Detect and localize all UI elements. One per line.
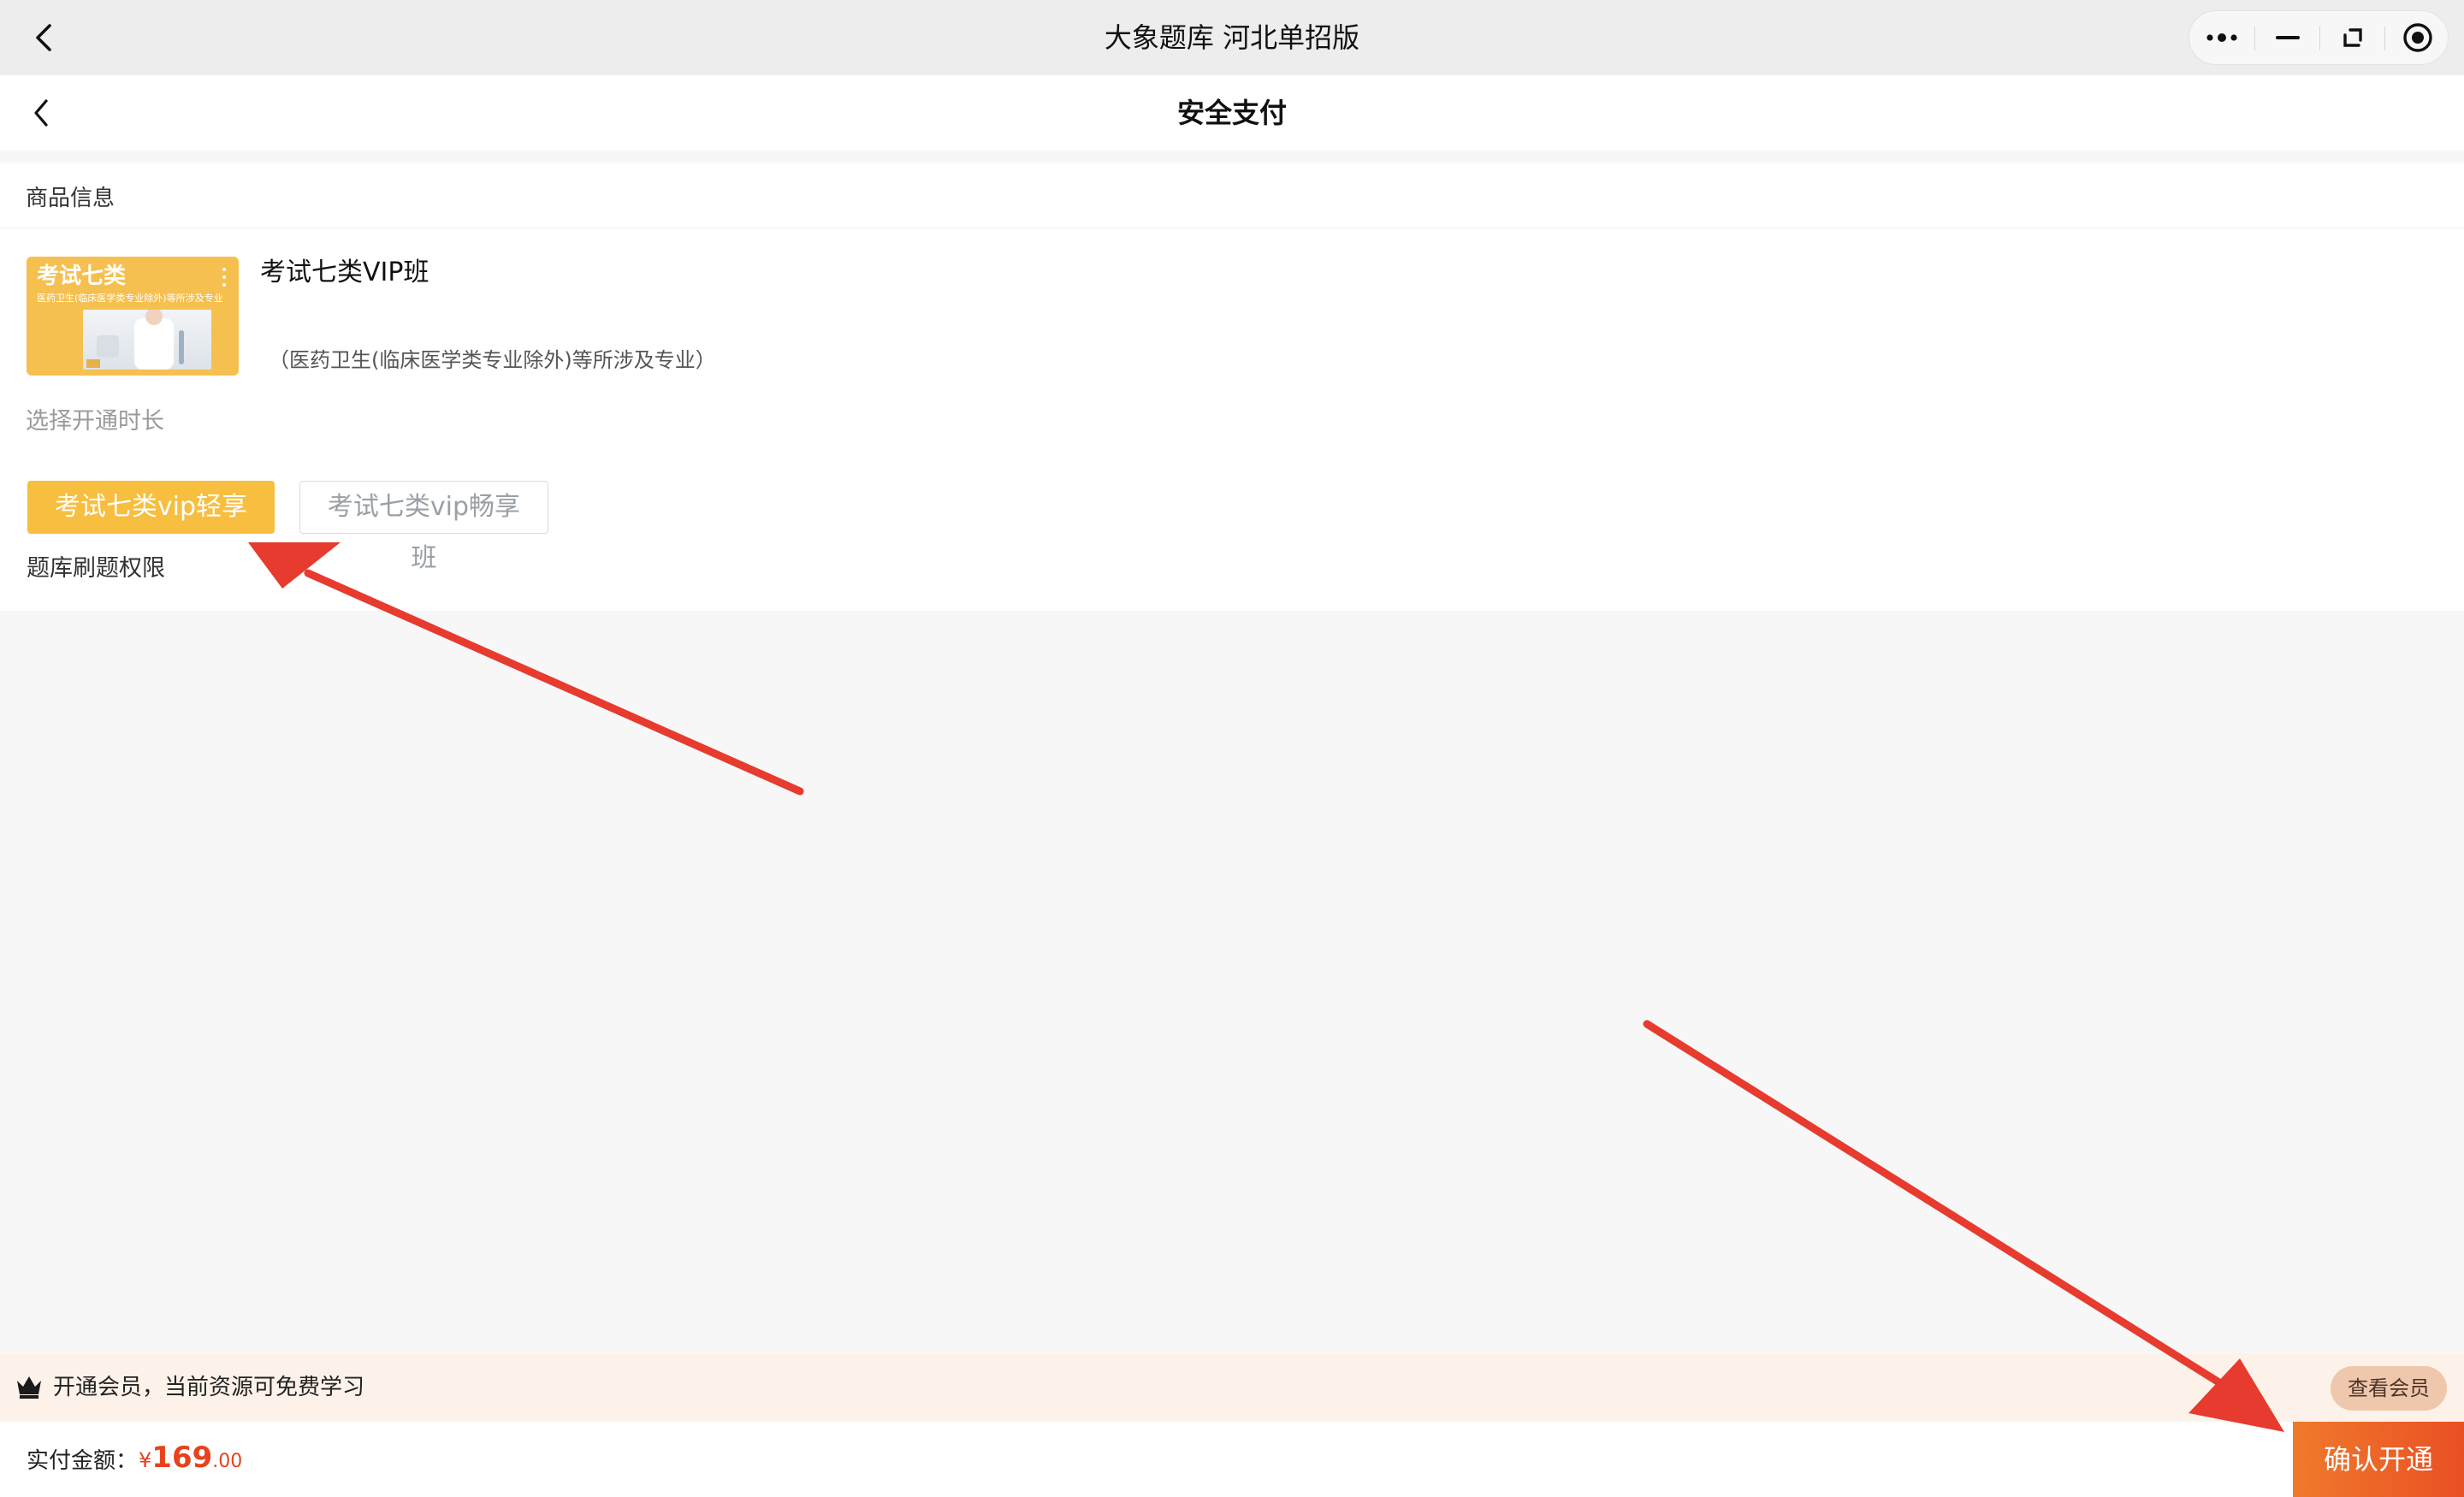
member-promo-text: 开通会员，当前资源可免费学习 xyxy=(53,1375,365,1400)
plan-option-smooth[interactable]: 考试七类vip畅享班 xyxy=(299,481,548,573)
amount-integer: 169 xyxy=(151,1441,213,1475)
currency-symbol: ¥ xyxy=(139,1448,152,1472)
thumbnail-title: 考试七类 xyxy=(37,263,127,289)
page-title: 安全支付 xyxy=(1176,97,1287,129)
pay-amount-label: 实付金额： xyxy=(27,1448,139,1474)
record-icon[interactable] xyxy=(2385,11,2450,64)
pay-amount: ¥169.00 xyxy=(139,1439,242,1482)
minimize-icon[interactable] xyxy=(2255,11,2320,64)
page-nav-bar: 安全支付 xyxy=(0,75,2464,151)
permission-label: 题库刷题权限 xyxy=(27,555,165,582)
payment-bar: 实付金额： ¥169.00 确认开通 xyxy=(0,1422,2464,1497)
more-icon[interactable] xyxy=(2189,11,2254,64)
thumbnail-photo xyxy=(83,308,211,370)
crown-icon xyxy=(15,1374,43,1399)
thumbnail-subtitle: 医药卫生(临床医学类专业除外)等所涉及专业 xyxy=(37,293,223,304)
confirm-activate-button[interactable]: 确认开通 xyxy=(2293,1422,2464,1497)
mini-program-title-bar: 大象题库 河北单招版 xyxy=(0,0,2464,75)
capsule-menu xyxy=(2189,10,2449,65)
product-thumbnail[interactable]: 考试七类 医药卫生(临床医学类专业除外)等所涉及专业 xyxy=(27,257,239,376)
view-member-button[interactable]: 查看会员 xyxy=(2331,1366,2447,1411)
plan-option-light-selected[interactable]: 考试七类vip轻享班 xyxy=(27,481,275,573)
amount-decimal: .00 xyxy=(212,1451,243,1472)
product-card: 商品信息 考试七类 医药卫生(临床医学类专业除外)等所涉及专业 考试七类VIP班… xyxy=(0,163,2464,611)
product-description: （医药卫生(临床医学类专业除外)等所涉及专业） xyxy=(269,348,716,372)
app-title: 大象题库 河北单招版 xyxy=(1104,21,1360,54)
duration-label: 选择开通时长 xyxy=(26,408,164,435)
decor-dots xyxy=(222,268,226,287)
restore-icon[interactable] xyxy=(2320,11,2385,64)
product-name: 考试七类VIP班 xyxy=(260,257,429,287)
member-banner: 开通会员，当前资源可免费学习 查看会员 xyxy=(0,1353,2464,1422)
section-title: 商品信息 xyxy=(26,186,116,211)
